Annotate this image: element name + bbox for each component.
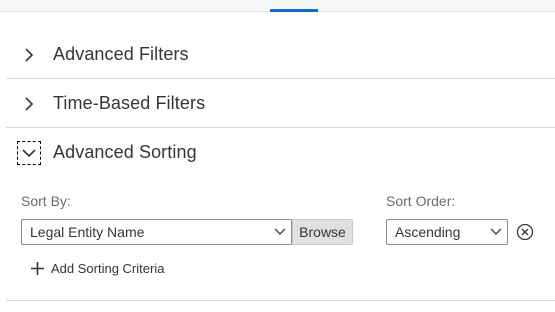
tab-strip (0, 0, 555, 12)
add-sorting-criteria-label: Add Sorting Criteria (51, 260, 165, 276)
browse-button[interactable]: Browse (292, 219, 353, 245)
chevron-down-icon[interactable] (485, 220, 507, 244)
chevron-down-icon[interactable] (269, 220, 291, 244)
sort-by-select[interactable]: Legal Entity Name (21, 219, 292, 245)
sort-by-label: Sort By: (21, 193, 71, 209)
chevron-down-icon[interactable] (17, 140, 41, 165)
close-circle-icon[interactable] (515, 222, 535, 242)
section-time-based-filters[interactable]: Time-Based Filters (6, 79, 555, 128)
sort-order-select[interactable]: Ascending (386, 219, 508, 245)
active-tab-indicator (270, 9, 318, 12)
section-advanced-filters[interactable]: Advanced Filters (6, 30, 555, 79)
plus-icon (29, 260, 45, 276)
divider (6, 300, 555, 301)
section-title: Time-Based Filters (53, 93, 206, 113)
sort-order-value: Ascending (395, 224, 461, 240)
section-advanced-sorting[interactable]: Advanced Sorting (6, 128, 555, 177)
sort-order-label: Sort Order: (386, 193, 456, 209)
chevron-right-icon[interactable] (18, 44, 40, 66)
chevron-right-icon[interactable] (18, 93, 40, 115)
add-sorting-criteria-button[interactable]: Add Sorting Criteria (29, 260, 164, 276)
section-title: Advanced Sorting (53, 142, 197, 162)
sort-by-value: Legal Entity Name (30, 224, 145, 240)
section-title: Advanced Filters (53, 44, 189, 64)
